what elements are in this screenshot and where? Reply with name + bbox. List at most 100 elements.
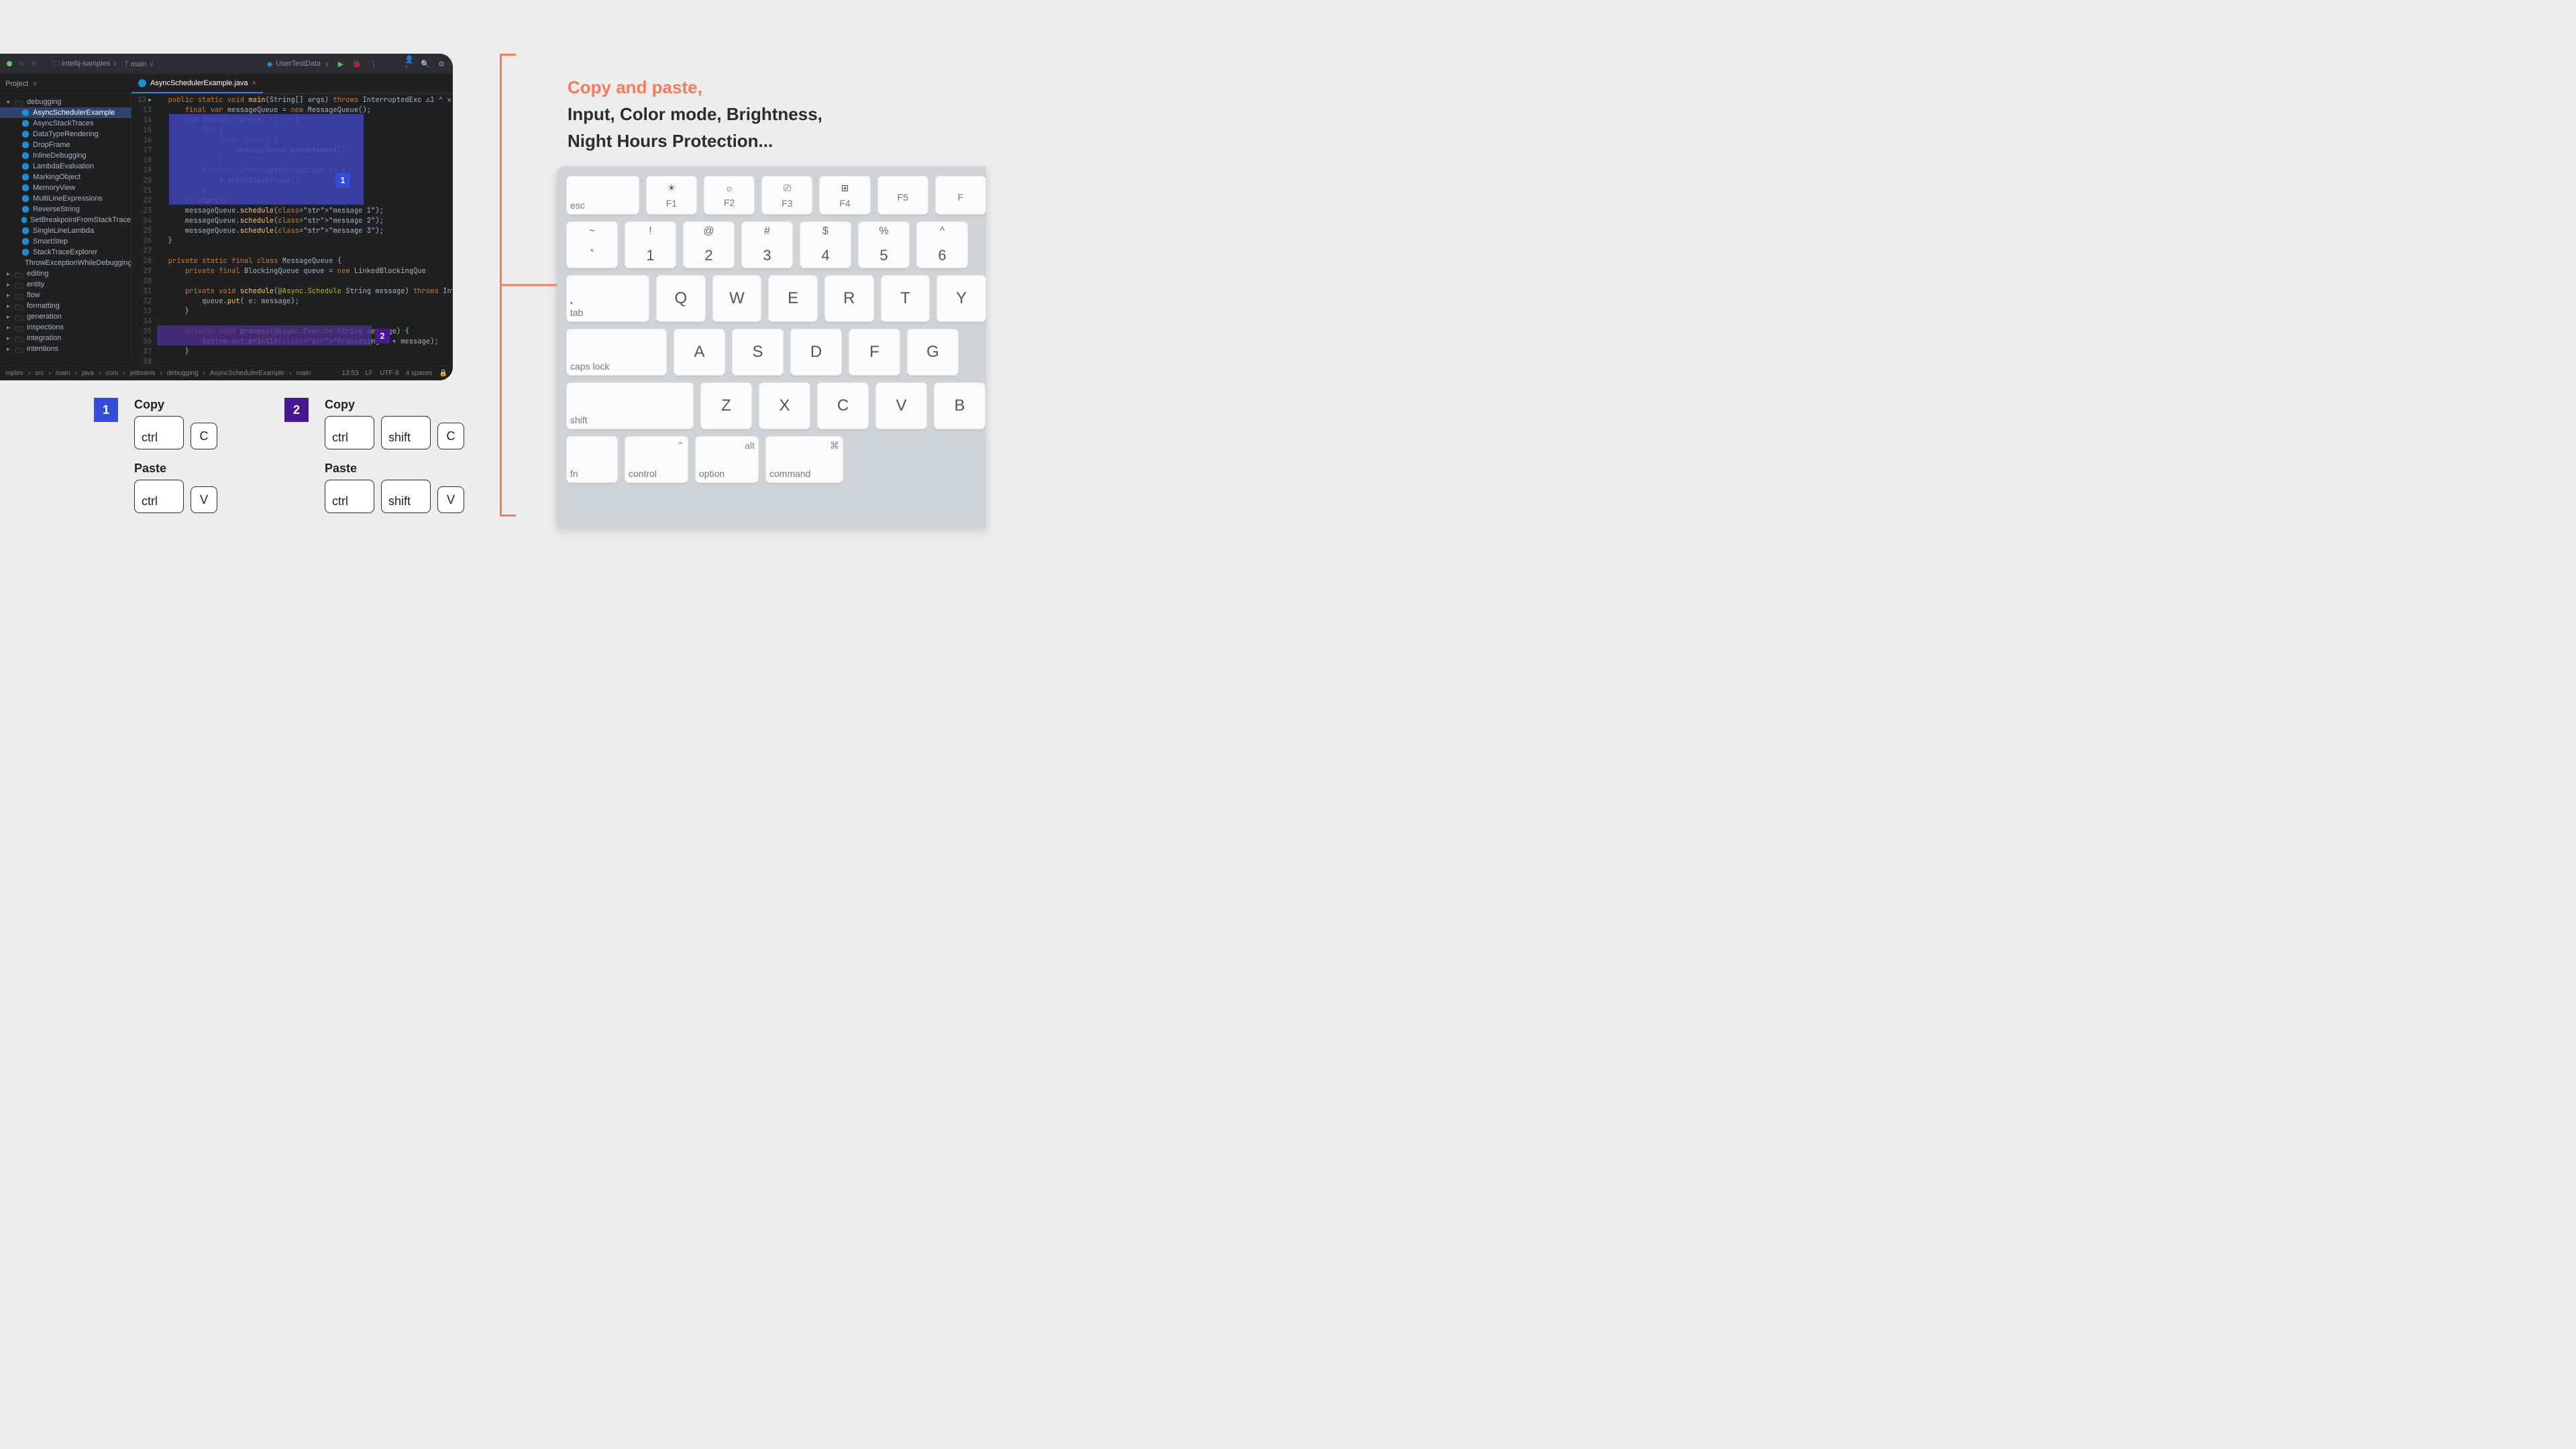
key-f[interactable]: F [849, 329, 900, 376]
tree-item[interactable]: AsyncStackTraces [0, 118, 131, 129]
tree-item[interactable]: LambdaEvaluation [0, 161, 131, 172]
code-editor[interactable]: 1213141516171819202122232425262728293031… [131, 94, 453, 366]
debug-icon[interactable]: 🐞 [352, 59, 362, 68]
project-tree[interactable]: debuggingAsyncSchedulerExampleAsyncStack… [0, 94, 131, 357]
project-tool-header[interactable]: Project ∨ [0, 74, 131, 94]
tree-item[interactable]: SmartStep [0, 236, 131, 247]
key-b[interactable]: B [934, 382, 985, 429]
key-ctrl: ctrl [134, 480, 184, 513]
tree-item[interactable]: InlineDebugging [0, 150, 131, 161]
collab-icon[interactable]: 👤⁺ [405, 59, 414, 68]
key-e[interactable]: E [768, 275, 818, 322]
key-r[interactable]: R [824, 275, 874, 322]
class-icon [138, 79, 146, 87]
key-v[interactable]: V [875, 382, 927, 429]
key-z[interactable]: Z [700, 382, 752, 429]
key-control[interactable]: ⌃control [625, 436, 688, 483]
key-4[interactable]: $4 [800, 221, 851, 268]
key-fn[interactable]: fn [566, 436, 618, 483]
key-s[interactable]: S [732, 329, 784, 376]
key-x[interactable]: X [759, 382, 810, 429]
promo-highlight: Copy and paste, [568, 77, 702, 97]
tree-folder[interactable]: intentions [0, 343, 131, 354]
key-d[interactable]: D [790, 329, 842, 376]
window-close-dot[interactable] [7, 61, 12, 66]
key-ctrl: ctrl [325, 480, 374, 513]
key-c[interactable]: C [817, 382, 869, 429]
tree-folder-root[interactable]: debugging [0, 97, 131, 107]
window-min-dot[interactable] [19, 61, 24, 66]
tree-folder[interactable]: inspections [0, 322, 131, 333]
tree-item[interactable]: StackTraceExplorer [0, 247, 131, 258]
readonly-lock-icon[interactable]: 🔒 [439, 370, 447, 377]
branch-selector[interactable]: ᛘ main ∨ [124, 60, 154, 68]
key-`[interactable]: ~` [566, 221, 618, 268]
key-q[interactable]: Q [656, 275, 706, 322]
status-indent[interactable]: 4 spaces [406, 370, 433, 377]
breadcrumb-item[interactable]: main [296, 370, 311, 377]
tree-item[interactable]: DataTypeRendering [0, 129, 131, 140]
key-esc[interactable]: esc [566, 176, 639, 215]
tree-folder[interactable]: generation [0, 311, 131, 322]
run-config-selector[interactable]: ◆UserTestData∨ [267, 60, 329, 68]
key-f[interactable]: F [935, 176, 986, 215]
tree-item[interactable]: ThrowExceptionWhileDebugging [0, 258, 131, 268]
callout-badge-2: 2 [284, 398, 309, 422]
key-f1[interactable]: ☀︎F1 [646, 176, 697, 215]
key-tab[interactable]: •tab [566, 275, 649, 322]
key-v: V [437, 486, 464, 513]
tree-folder[interactable]: formatting [0, 301, 131, 311]
run-icon[interactable]: ▶ [336, 59, 345, 68]
key-t[interactable]: T [881, 275, 930, 322]
key-2[interactable]: @2 [683, 221, 735, 268]
breadcrumb-item[interactable]: AsyncSchedulerExample [210, 370, 284, 377]
status-encoding[interactable]: UTF-8 [380, 370, 398, 377]
code-body[interactable]: 1 2 public static void main(String[] arg… [157, 94, 453, 366]
breadcrumb-item[interactable]: debugging [167, 370, 199, 377]
tree-item[interactable]: AsyncSchedulerExample [0, 107, 131, 118]
breadcrumb-item[interactable]: main [56, 370, 70, 377]
window-max-dot[interactable] [31, 61, 36, 66]
key-shift[interactable]: shift [566, 382, 694, 429]
tree-item[interactable]: SetBreakpointFromStackTrace [0, 215, 131, 225]
key-g[interactable]: G [907, 329, 959, 376]
key-capslock[interactable]: caps lock [566, 329, 667, 376]
key-w[interactable]: W [712, 275, 762, 322]
line-gutter: 1213141516171819202122232425262728293031… [131, 94, 157, 366]
key-6[interactable]: ^6 [916, 221, 968, 268]
tree-item[interactable]: MarkingObject [0, 172, 131, 182]
key-f4[interactable]: ⊞F4 [819, 176, 870, 215]
tree-item[interactable]: DropFrame [0, 140, 131, 150]
key-f3[interactable]: ⎚F3 [761, 176, 812, 215]
key-option[interactable]: altoption [695, 436, 759, 483]
settings-icon[interactable]: ⚙ [437, 59, 446, 68]
status-lf[interactable]: LF [366, 370, 374, 377]
breadcrumb-item[interactable]: com [105, 370, 118, 377]
breadcrumb-item[interactable]: mples [5, 370, 23, 377]
breadcrumb-item[interactable]: java [82, 370, 94, 377]
ide-window: 🗀 intellij-samples ∨ ᛘ main ∨ ◆UserTestD… [0, 54, 453, 380]
key-command[interactable]: ⌘command [765, 436, 843, 483]
breadcrumb-item[interactable]: src [35, 370, 44, 377]
tree-folder[interactable]: integration [0, 333, 131, 343]
tree-folder[interactable]: editing [0, 268, 131, 279]
tree-folder[interactable]: entity [0, 279, 131, 290]
tree-item[interactable]: MemoryView [0, 182, 131, 193]
search-icon[interactable]: 🔍 [421, 59, 430, 68]
tree-item[interactable]: MultiLineExpressions [0, 193, 131, 204]
project-selector[interactable]: 🗀 intellij-samples ∨ [52, 58, 117, 70]
editor-tab-active[interactable]: AsyncSchedulerExample.java × [131, 74, 263, 93]
tree-item[interactable]: ReverseString [0, 204, 131, 215]
key-f5[interactable]: F5 [877, 176, 928, 215]
tree-item[interactable]: SingleLineLambda [0, 225, 131, 236]
tree-folder[interactable]: flow [0, 290, 131, 301]
key-a[interactable]: A [674, 329, 725, 376]
more-icon[interactable]: ⋮ [368, 59, 378, 68]
close-tab-icon[interactable]: × [252, 79, 256, 87]
key-3[interactable]: #3 [741, 221, 793, 268]
key-5[interactable]: %5 [858, 221, 910, 268]
key-f2[interactable]: ☼F2 [704, 176, 755, 215]
key-1[interactable]: !1 [625, 221, 676, 268]
key-y[interactable]: Y [936, 275, 986, 322]
breadcrumb-item[interactable]: jetbrains [130, 370, 156, 377]
